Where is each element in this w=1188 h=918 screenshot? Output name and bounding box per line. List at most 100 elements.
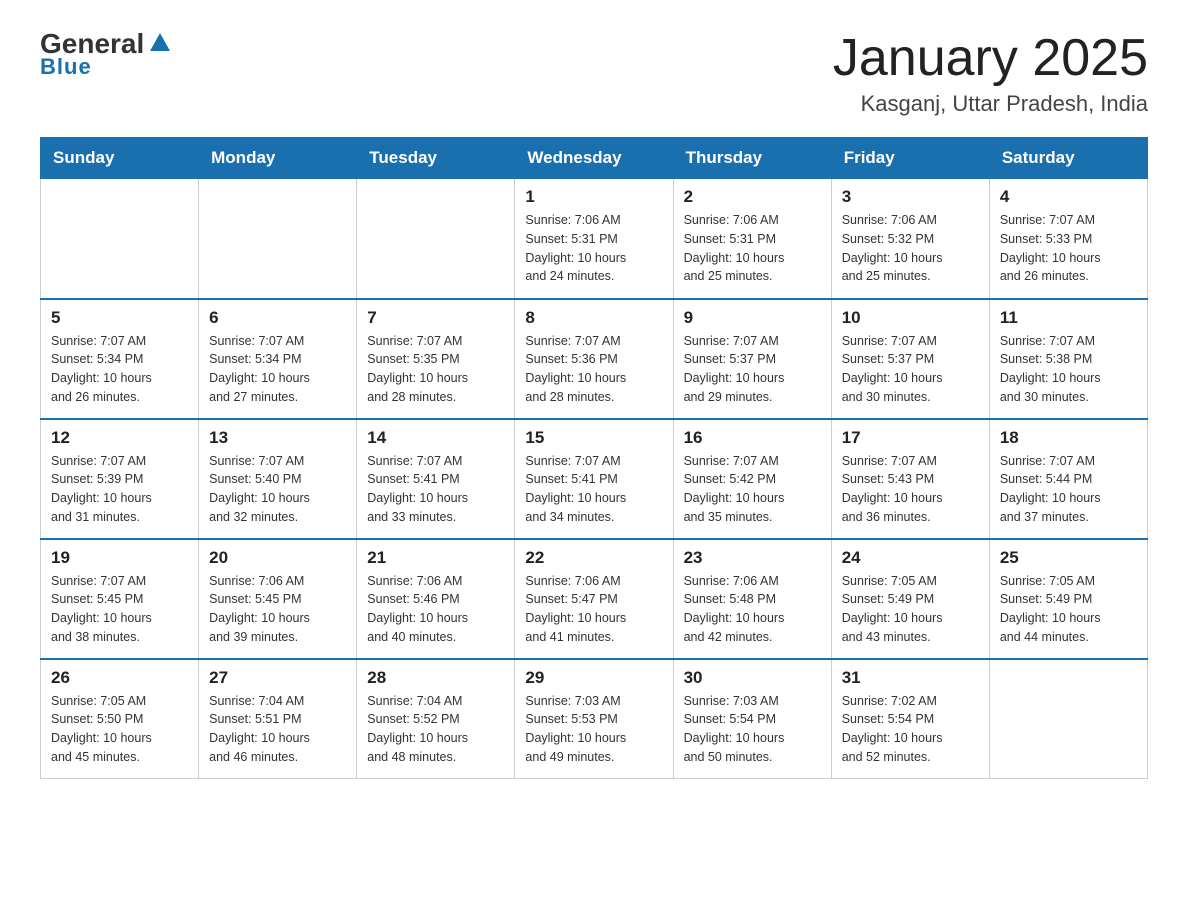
day-info: Sunrise: 7:03 AMSunset: 5:54 PMDaylight:…	[684, 692, 821, 767]
day-number: 22	[525, 548, 662, 568]
calendar-subtitle: Kasganj, Uttar Pradesh, India	[833, 91, 1148, 117]
day-number: 12	[51, 428, 188, 448]
day-number: 7	[367, 308, 504, 328]
day-info: Sunrise: 7:06 AMSunset: 5:31 PMDaylight:…	[525, 211, 662, 286]
calendar-cell: 21 Sunrise: 7:06 AMSunset: 5:46 PMDayligh…	[357, 539, 515, 659]
day-info: Sunrise: 7:07 AMSunset: 5:42 PMDaylight:…	[684, 452, 821, 527]
day-info: Sunrise: 7:05 AMSunset: 5:49 PMDaylight:…	[1000, 572, 1137, 647]
day-info: Sunrise: 7:06 AMSunset: 5:45 PMDaylight:…	[209, 572, 346, 647]
day-number: 1	[525, 187, 662, 207]
day-number: 19	[51, 548, 188, 568]
day-header-saturday: Saturday	[989, 138, 1147, 179]
calendar-cell: 1 Sunrise: 7:06 AMSunset: 5:31 PMDaylight…	[515, 179, 673, 299]
calendar-cell: 2Sunrise: 7:06 AMSunset: 5:31 PMDaylight…	[673, 179, 831, 299]
calendar-cell: 17 Sunrise: 7:07 AMSunset: 5:43 PMDayligh…	[831, 419, 989, 539]
day-number: 29	[525, 668, 662, 688]
day-info: Sunrise: 7:06 AMSunset: 5:32 PMDaylight:…	[842, 211, 979, 286]
calendar-cell: 13 Sunrise: 7:07 AMSunset: 5:40 PMDayligh…	[199, 419, 357, 539]
day-info: Sunrise: 7:07 AMSunset: 5:43 PMDaylight:…	[842, 452, 979, 527]
day-info: Sunrise: 7:06 AMSunset: 5:46 PMDaylight:…	[367, 572, 504, 647]
day-number: 3	[842, 187, 979, 207]
day-number: 17	[842, 428, 979, 448]
calendar-header-row: SundayMondayTuesdayWednesdayThursdayFrid…	[41, 138, 1148, 179]
calendar-table: SundayMondayTuesdayWednesdayThursdayFrid…	[40, 137, 1148, 779]
calendar-cell: 30Sunrise: 7:03 AMSunset: 5:54 PMDayligh…	[673, 659, 831, 779]
calendar-cell: 11 Sunrise: 7:07 AMSunset: 5:38 PMDayligh…	[989, 299, 1147, 419]
calendar-cell: 12 Sunrise: 7:07 AMSunset: 5:39 PMDayligh…	[41, 419, 199, 539]
day-number: 31	[842, 668, 979, 688]
day-number: 4	[1000, 187, 1137, 207]
calendar-cell	[41, 179, 199, 299]
day-number: 15	[525, 428, 662, 448]
calendar-cell: 5 Sunrise: 7:07 AMSunset: 5:34 PMDaylight…	[41, 299, 199, 419]
day-info: Sunrise: 7:06 AMSunset: 5:47 PMDaylight:…	[525, 572, 662, 647]
day-info: Sunrise: 7:07 AMSunset: 5:34 PMDaylight:…	[51, 332, 188, 407]
day-number: 24	[842, 548, 979, 568]
calendar-cell: 23Sunrise: 7:06 AMSunset: 5:48 PMDayligh…	[673, 539, 831, 659]
day-info: Sunrise: 7:07 AMSunset: 5:41 PMDaylight:…	[367, 452, 504, 527]
day-number: 5	[51, 308, 188, 328]
day-info: Sunrise: 7:07 AMSunset: 5:38 PMDaylight:…	[1000, 332, 1137, 407]
day-info: Sunrise: 7:07 AMSunset: 5:40 PMDaylight:…	[209, 452, 346, 527]
calendar-cell: 20 Sunrise: 7:06 AMSunset: 5:45 PMDayligh…	[199, 539, 357, 659]
day-info: Sunrise: 7:05 AMSunset: 5:49 PMDaylight:…	[842, 572, 979, 647]
calendar-cell: 10 Sunrise: 7:07 AMSunset: 5:37 PMDayligh…	[831, 299, 989, 419]
calendar-cell: 9 Sunrise: 7:07 AMSunset: 5:37 PMDaylight…	[673, 299, 831, 419]
day-header-tuesday: Tuesday	[357, 138, 515, 179]
calendar-week-row: 5 Sunrise: 7:07 AMSunset: 5:34 PMDaylight…	[41, 299, 1148, 419]
day-number: 6	[209, 308, 346, 328]
calendar-cell: 29Sunrise: 7:03 AMSunset: 5:53 PMDayligh…	[515, 659, 673, 779]
day-info: Sunrise: 7:07 AMSunset: 5:37 PMDaylight:…	[684, 332, 821, 407]
calendar-cell	[357, 179, 515, 299]
day-info: Sunrise: 7:07 AMSunset: 5:37 PMDaylight:…	[842, 332, 979, 407]
day-number: 25	[1000, 548, 1137, 568]
calendar-title: January 2025	[833, 30, 1148, 87]
day-header-friday: Friday	[831, 138, 989, 179]
day-number: 11	[1000, 308, 1137, 328]
day-info: Sunrise: 7:07 AMSunset: 5:35 PMDaylight:…	[367, 332, 504, 407]
day-info: Sunrise: 7:07 AMSunset: 5:44 PMDaylight:…	[1000, 452, 1137, 527]
day-header-monday: Monday	[199, 138, 357, 179]
day-info: Sunrise: 7:04 AMSunset: 5:51 PMDaylight:…	[209, 692, 346, 767]
logo: General Blue	[40, 30, 174, 80]
calendar-cell: 19 Sunrise: 7:07 AMSunset: 5:45 PMDayligh…	[41, 539, 199, 659]
calendar-cell: 24 Sunrise: 7:05 AMSunset: 5:49 PMDayligh…	[831, 539, 989, 659]
calendar-cell: 3 Sunrise: 7:06 AMSunset: 5:32 PMDaylight…	[831, 179, 989, 299]
calendar-cell: 8Sunrise: 7:07 AMSunset: 5:36 PMDaylight…	[515, 299, 673, 419]
day-number: 10	[842, 308, 979, 328]
logo-triangle-icon	[146, 27, 174, 55]
title-block: January 2025 Kasganj, Uttar Pradesh, Ind…	[833, 30, 1148, 117]
day-info: Sunrise: 7:07 AMSunset: 5:34 PMDaylight:…	[209, 332, 346, 407]
calendar-cell: 31 Sunrise: 7:02 AMSunset: 5:54 PMDayligh…	[831, 659, 989, 779]
calendar-week-row: 19 Sunrise: 7:07 AMSunset: 5:45 PMDayligh…	[41, 539, 1148, 659]
day-number: 13	[209, 428, 346, 448]
calendar-cell: 4Sunrise: 7:07 AMSunset: 5:33 PMDaylight…	[989, 179, 1147, 299]
day-number: 8	[525, 308, 662, 328]
page-header: General Blue January 2025 Kasganj, Uttar…	[40, 30, 1148, 117]
calendar-cell: 7 Sunrise: 7:07 AMSunset: 5:35 PMDaylight…	[357, 299, 515, 419]
day-info: Sunrise: 7:02 AMSunset: 5:54 PMDaylight:…	[842, 692, 979, 767]
day-number: 21	[367, 548, 504, 568]
calendar-cell: 18 Sunrise: 7:07 AMSunset: 5:44 PMDayligh…	[989, 419, 1147, 539]
calendar-cell: 15 Sunrise: 7:07 AMSunset: 5:41 PMDayligh…	[515, 419, 673, 539]
day-number: 18	[1000, 428, 1137, 448]
calendar-cell: 26 Sunrise: 7:05 AMSunset: 5:50 PMDayligh…	[41, 659, 199, 779]
day-number: 26	[51, 668, 188, 688]
day-header-sunday: Sunday	[41, 138, 199, 179]
day-info: Sunrise: 7:07 AMSunset: 5:41 PMDaylight:…	[525, 452, 662, 527]
calendar-cell	[199, 179, 357, 299]
day-number: 16	[684, 428, 821, 448]
logo-blue-text: Blue	[40, 54, 92, 80]
day-header-wednesday: Wednesday	[515, 138, 673, 179]
day-info: Sunrise: 7:05 AMSunset: 5:50 PMDaylight:…	[51, 692, 188, 767]
calendar-cell: 6 Sunrise: 7:07 AMSunset: 5:34 PMDaylight…	[199, 299, 357, 419]
day-info: Sunrise: 7:06 AMSunset: 5:31 PMDaylight:…	[684, 211, 821, 286]
day-info: Sunrise: 7:06 AMSunset: 5:48 PMDaylight:…	[684, 572, 821, 647]
day-number: 20	[209, 548, 346, 568]
calendar-cell: 14Sunrise: 7:07 AMSunset: 5:41 PMDayligh…	[357, 419, 515, 539]
day-number: 9	[684, 308, 821, 328]
day-info: Sunrise: 7:07 AMSunset: 5:39 PMDaylight:…	[51, 452, 188, 527]
calendar-cell	[989, 659, 1147, 779]
day-number: 27	[209, 668, 346, 688]
day-info: Sunrise: 7:07 AMSunset: 5:45 PMDaylight:…	[51, 572, 188, 647]
